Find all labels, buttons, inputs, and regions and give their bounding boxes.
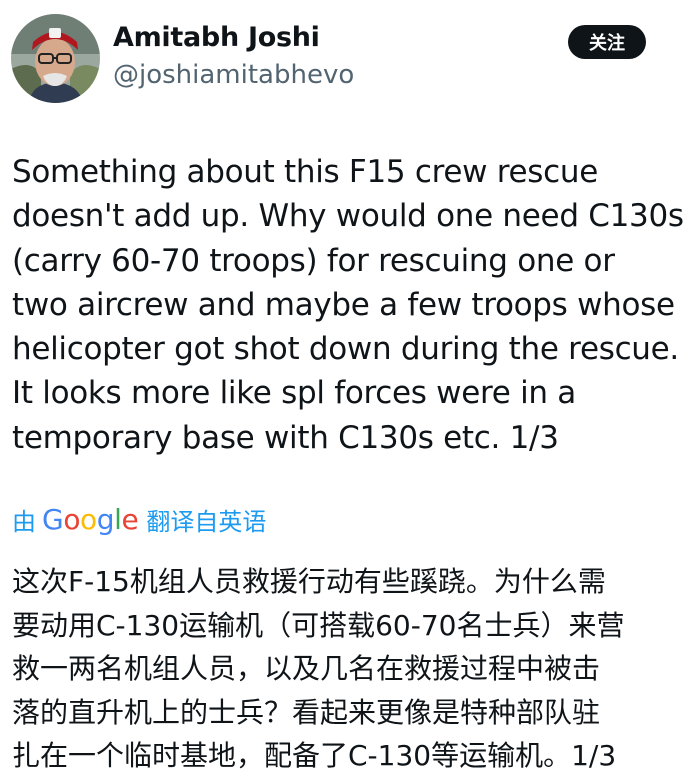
- translation-attribution[interactable]: 由 Google 翻译自英语: [12, 502, 266, 536]
- google-logo: Google: [42, 502, 139, 536]
- profile-photo: [11, 14, 100, 103]
- translated-line: 这次F-15机组人员救援行动有些蹊跷。为什么需: [12, 565, 606, 598]
- translation-prefix: 由: [12, 507, 36, 536]
- tweet-line: (carry 60-70 troops) for rescuing one or: [12, 242, 615, 279]
- tweet-line: two aircrew and maybe a few troops whose: [12, 286, 675, 323]
- tweet-line: helicopter got shot down during the resc…: [12, 331, 679, 368]
- avatar[interactable]: [11, 14, 100, 103]
- translated-line: 落的直升机上的士兵？看起来更像是特种部队驻: [12, 695, 601, 729]
- tweet-line: doesn't add up. Why would one need C130s: [12, 198, 684, 235]
- tweet-line: temporary base with C130s etc. 1/3: [12, 419, 559, 456]
- author-handle[interactable]: @joshiamitabhevo: [113, 60, 354, 90]
- translated-line: 要动用C-130运输机（可搭载60-70名士兵）来营: [12, 608, 625, 642]
- tweet-line: Something about this F15 crew rescue: [12, 154, 598, 190]
- follow-button[interactable]: 关注: [568, 25, 646, 59]
- translated-line: 扎在一个临时基地，配备了C-130等运输机。1/3: [12, 739, 617, 773]
- translated-line: 救一两名机组人员，以及几名在救援过程中被击: [12, 652, 601, 686]
- tweet-line: It looks more like spl forces were in a: [12, 375, 576, 412]
- author-name[interactable]: Amitabh Joshi: [113, 22, 320, 53]
- translation-suffix: 翻译自英语: [146, 507, 267, 536]
- tweet-text: Something about this F15 crew rescue doe…: [12, 150, 684, 460]
- translated-text: 这次F-15机组人员救援行动有些蹊跷。为什么需 要动用C-130运输机（可搭载6…: [12, 560, 677, 778]
